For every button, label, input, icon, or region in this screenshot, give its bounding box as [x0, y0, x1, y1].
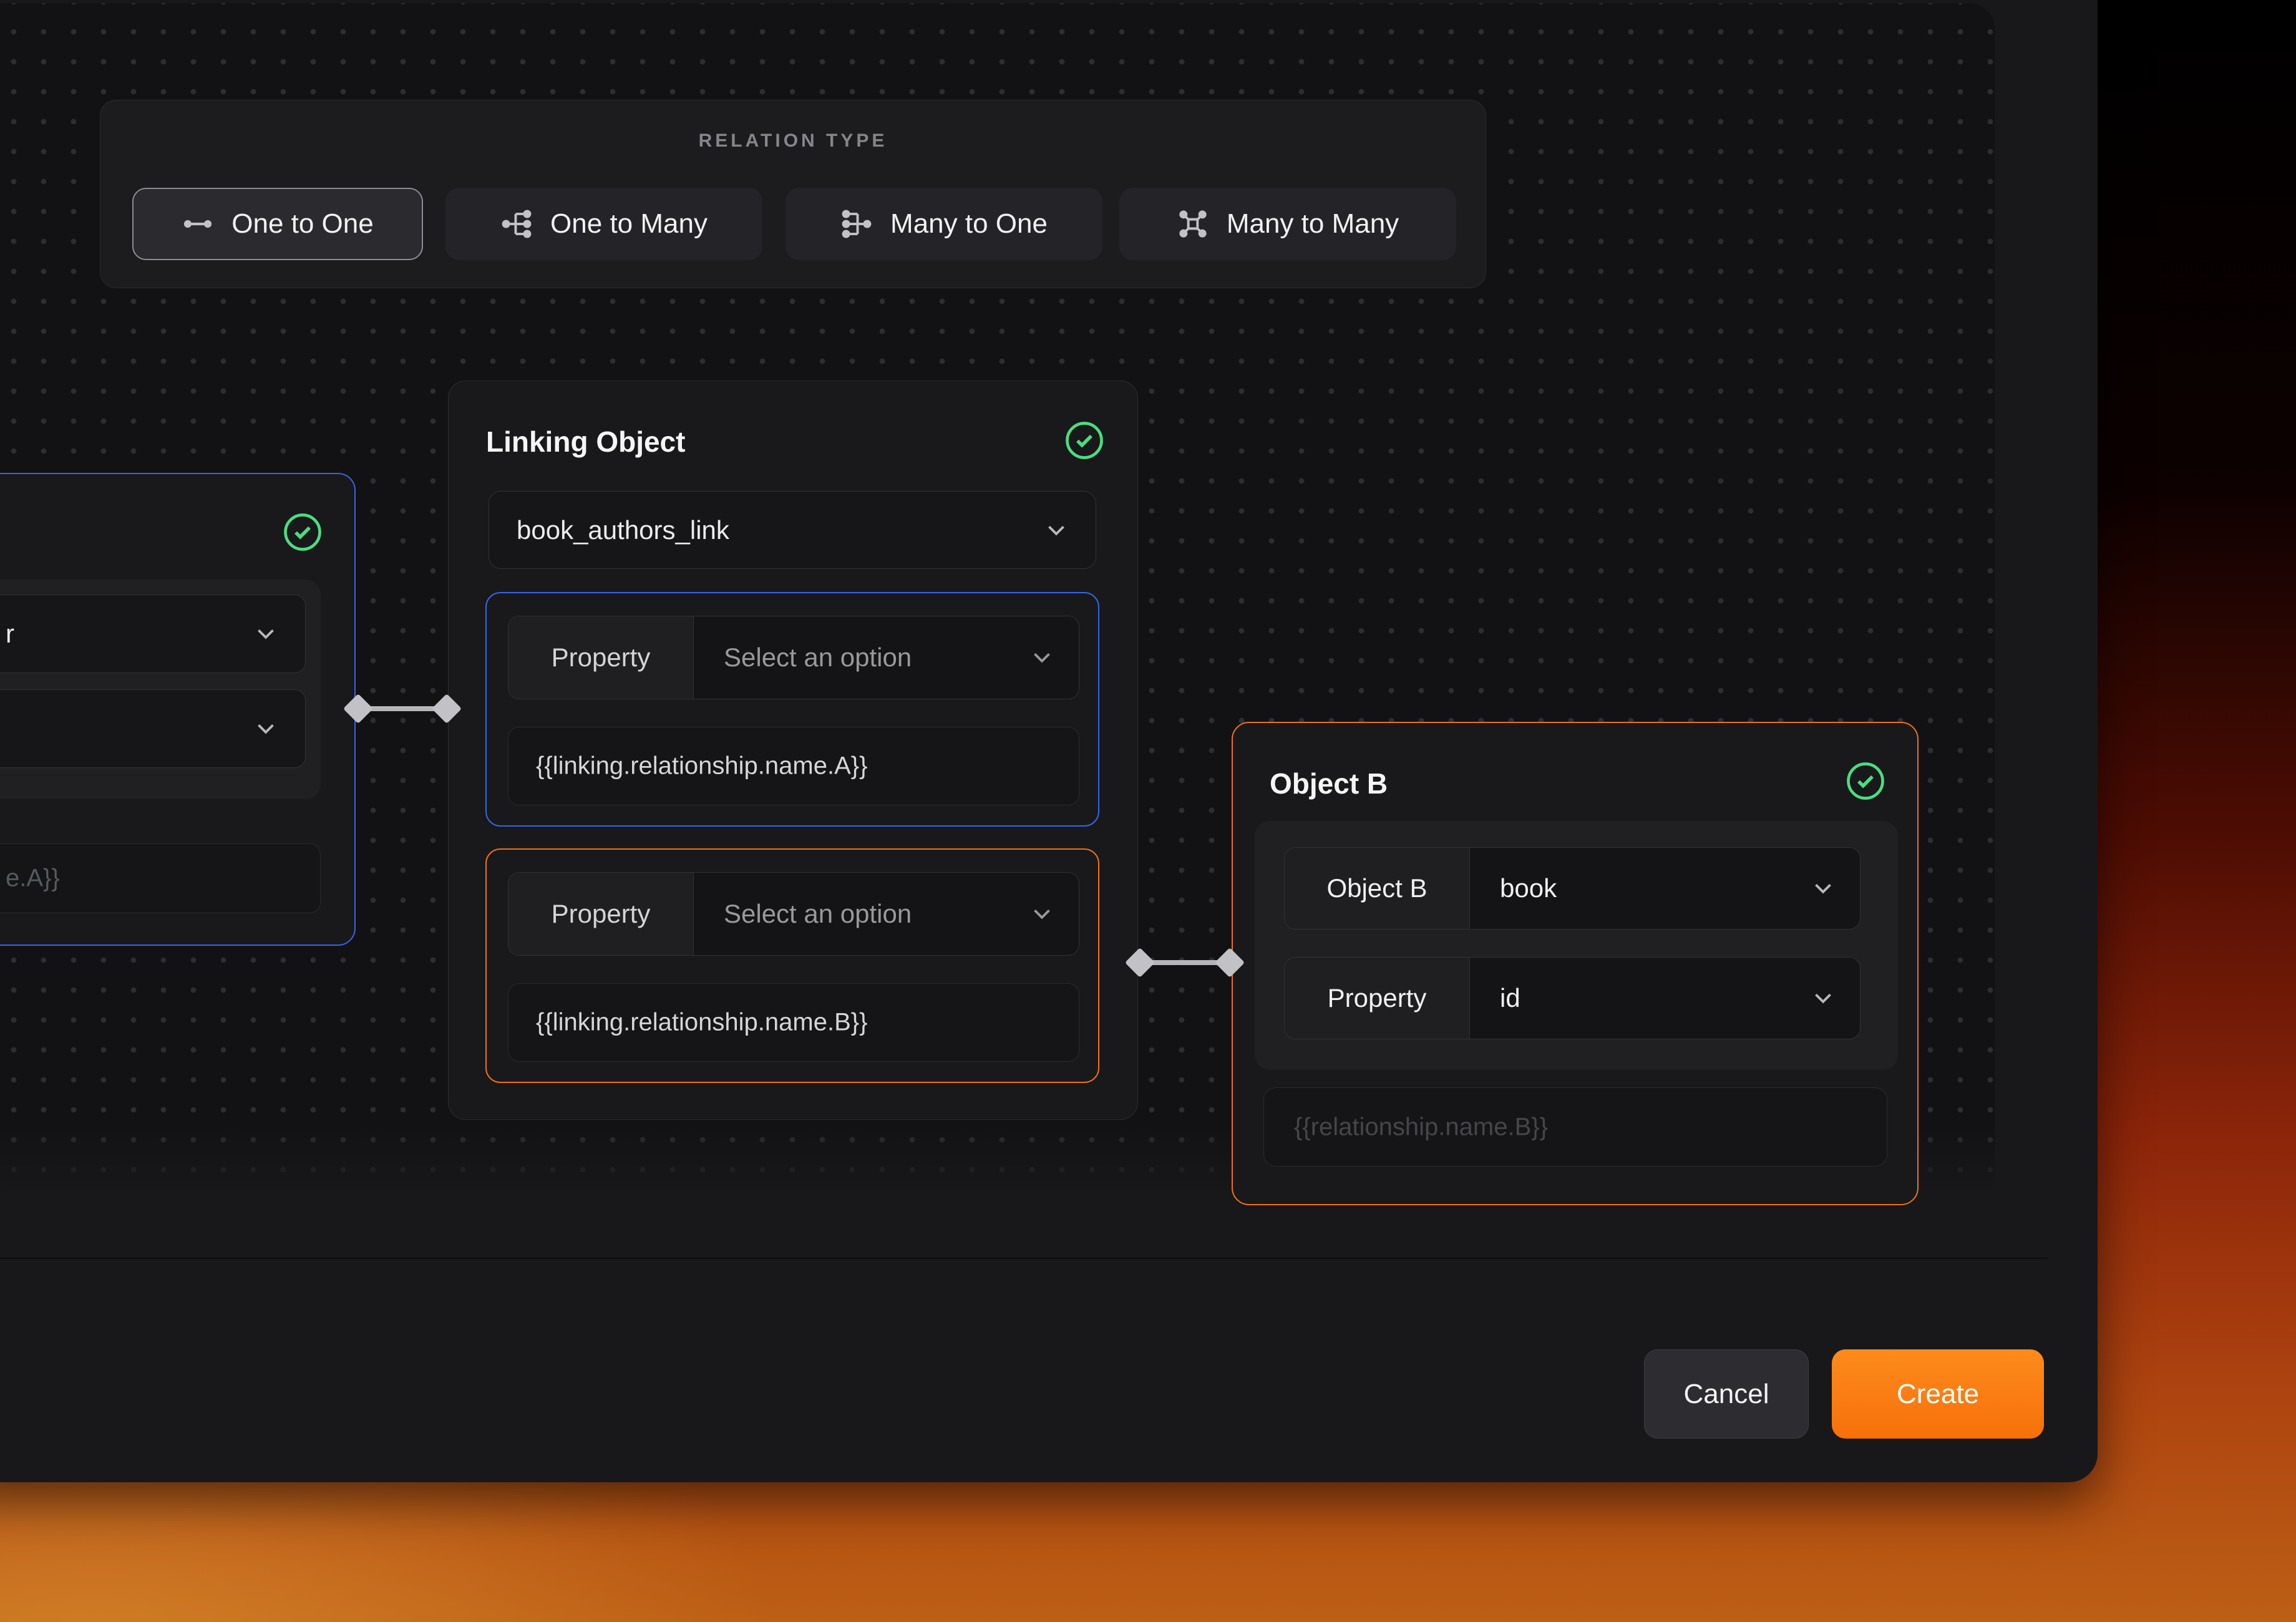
create-button[interactable]: Create: [1832, 1349, 2044, 1439]
property-a-select[interactable]: Property Select an option: [508, 616, 1079, 699]
object-a-selects-group: r: [0, 580, 321, 799]
object-b-property-value: id: [1500, 983, 1520, 1013]
chevron-down-icon: [251, 619, 280, 648]
chevron-down-icon: [1809, 874, 1837, 903]
object-b-property-select[interactable]: Property id: [1284, 957, 1861, 1039]
object-b-title: Object B: [1270, 767, 1388, 800]
many-to-one-icon: [840, 208, 873, 240]
create-relation-screen: RELATION TYPE One to One One to Many: [0, 0, 2296, 1622]
object-a-property-select[interactable]: [0, 689, 306, 768]
property-a-group: Property Select an option {{linking.rela…: [485, 592, 1099, 827]
linking-object-card: Linking Object book_authors_link Propert…: [448, 381, 1138, 1120]
relation-one-to-one-button[interactable]: One to One: [132, 188, 423, 260]
object-b-card: Object B Object B book Property id: [1232, 722, 1919, 1205]
one-to-one-icon: [182, 208, 214, 240]
many-to-many-icon: [1177, 208, 1209, 240]
footer-divider: [0, 1258, 2048, 1260]
property-b-template-input[interactable]: {{linking.relationship.name.B}}: [508, 983, 1079, 1062]
check-circle-icon: [1845, 760, 1886, 802]
relation-many-to-one-button[interactable]: Many to One: [786, 188, 1102, 260]
one-to-many-icon: [500, 208, 533, 240]
chevron-down-icon: [1042, 516, 1071, 545]
linking-object-select[interactable]: book_authors_link: [489, 491, 1096, 569]
object-b-object-value: book: [1500, 873, 1557, 903]
check-circle-icon: [1064, 420, 1105, 461]
object-a-card: r e.A}}: [0, 473, 356, 946]
chevron-down-icon: [1028, 900, 1056, 928]
relation-many-to-many-button[interactable]: Many to Many: [1119, 188, 1456, 260]
property-a-label: Property: [508, 616, 694, 699]
object-b-property-label: Property: [1285, 958, 1470, 1039]
object-a-template-text: e.A}}: [6, 865, 60, 893]
chevron-down-icon: [251, 714, 280, 743]
object-b-template-placeholder: {{relationship.name.B}}: [1294, 1113, 1548, 1141]
relation-one-to-many-button[interactable]: One to Many: [445, 188, 762, 260]
property-a-value: Select an option: [724, 643, 912, 673]
check-circle-icon: [282, 512, 323, 553]
object-b-object-label: Object B: [1285, 848, 1470, 929]
property-b-group: Property Select an option {{linking.rela…: [485, 848, 1099, 1083]
property-b-label: Property: [508, 873, 694, 955]
object-b-selects-group: Object B book Property id: [1255, 821, 1898, 1070]
linking-object-title: Linking Object: [486, 425, 685, 459]
relation-option-label: Many to Many: [1227, 208, 1399, 240]
property-a-template-text: {{linking.relationship.name.A}}: [536, 752, 867, 780]
chevron-down-icon: [1028, 643, 1056, 672]
property-b-template-text: {{linking.relationship.name.B}}: [536, 1009, 867, 1037]
property-b-value: Select an option: [724, 899, 912, 929]
relation-option-label: One to Many: [550, 208, 708, 240]
relation-type-panel: RELATION TYPE One to One One to Many: [100, 100, 1486, 288]
relation-option-label: Many to One: [890, 208, 1048, 240]
chevron-down-icon: [1809, 984, 1837, 1013]
cancel-button[interactable]: Cancel: [1644, 1349, 1809, 1439]
object-a-template-input[interactable]: e.A}}: [0, 843, 321, 913]
relation-type-label: RELATION TYPE: [100, 130, 1486, 152]
linking-object-select-value: book_authors_link: [517, 515, 729, 545]
relation-option-label: One to One: [231, 208, 373, 240]
property-b-select[interactable]: Property Select an option: [508, 872, 1079, 956]
object-a-object-select[interactable]: r: [0, 595, 306, 673]
object-b-object-select[interactable]: Object B book: [1284, 847, 1861, 930]
property-a-template-input[interactable]: {{linking.relationship.name.A}}: [508, 727, 1079, 805]
object-b-template-input[interactable]: {{relationship.name.B}}: [1263, 1087, 1887, 1167]
object-a-select-value: r: [6, 619, 14, 649]
